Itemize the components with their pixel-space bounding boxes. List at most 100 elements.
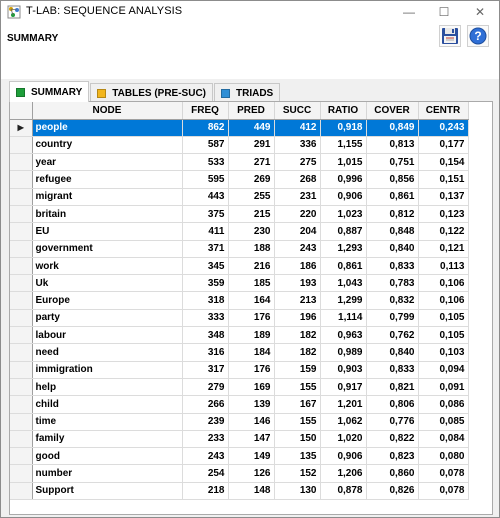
- value-cell[interactable]: 0,806: [366, 395, 419, 414]
- value-cell[interactable]: 318: [182, 291, 229, 310]
- value-cell[interactable]: 230: [228, 222, 275, 241]
- value-cell[interactable]: 0,856: [366, 170, 419, 189]
- table-row[interactable]: number 254 126 152 1,206 0,860 0,078: [10, 464, 469, 483]
- value-cell[interactable]: 275: [274, 153, 321, 172]
- value-cell[interactable]: 0,878: [320, 482, 367, 501]
- row-header[interactable]: [10, 395, 33, 414]
- value-cell[interactable]: 0,078: [418, 482, 469, 501]
- value-cell[interactable]: 0,783: [366, 274, 419, 293]
- save-button[interactable]: [439, 25, 461, 47]
- value-cell[interactable]: 279: [182, 378, 229, 397]
- value-cell[interactable]: 216: [228, 257, 275, 276]
- row-header[interactable]: [10, 343, 33, 362]
- value-cell[interactable]: 130: [274, 482, 321, 501]
- value-cell[interactable]: 0,989: [320, 343, 367, 362]
- value-cell[interactable]: 186: [274, 257, 321, 276]
- value-cell[interactable]: 0,963: [320, 326, 367, 345]
- column-header[interactable]: CENTR: [418, 102, 469, 120]
- node-cell[interactable]: immigration: [32, 361, 183, 379]
- column-header[interactable]: SUCC: [274, 102, 321, 120]
- tab-triads[interactable]: TRIADS: [214, 83, 281, 102]
- minimize-button[interactable]: —: [394, 1, 424, 23]
- value-cell[interactable]: 213: [274, 291, 321, 310]
- value-cell[interactable]: 146: [228, 413, 275, 431]
- row-header[interactable]: [10, 240, 33, 258]
- row-header[interactable]: [10, 309, 33, 328]
- value-cell[interactable]: 155: [274, 378, 321, 397]
- value-cell[interactable]: 316: [182, 343, 229, 362]
- value-cell[interactable]: 1,062: [320, 413, 367, 431]
- value-cell[interactable]: 243: [274, 240, 321, 258]
- row-header[interactable]: [10, 274, 33, 293]
- row-header[interactable]: [10, 222, 33, 241]
- value-cell[interactable]: 336: [274, 136, 321, 155]
- node-cell[interactable]: family: [32, 430, 183, 449]
- node-cell[interactable]: country: [32, 136, 183, 155]
- value-cell[interactable]: 0,861: [320, 257, 367, 276]
- table-row[interactable]: help 279 169 155 0,917 0,821 0,091: [10, 378, 469, 397]
- value-cell[interactable]: 587: [182, 136, 229, 155]
- value-cell[interactable]: 1,201: [320, 395, 367, 414]
- value-cell[interactable]: 375: [182, 205, 229, 224]
- value-cell[interactable]: 0,121: [418, 240, 469, 258]
- value-cell[interactable]: 0,085: [418, 413, 469, 431]
- node-cell[interactable]: party: [32, 309, 183, 328]
- value-cell[interactable]: 182: [274, 326, 321, 345]
- value-cell[interactable]: 220: [274, 205, 321, 224]
- value-cell[interactable]: 150: [274, 430, 321, 449]
- value-cell[interactable]: 271: [228, 153, 275, 172]
- value-cell[interactable]: 152: [274, 464, 321, 483]
- value-cell[interactable]: 0,887: [320, 222, 367, 241]
- value-cell[interactable]: 149: [228, 447, 275, 466]
- value-cell[interactable]: 0,833: [366, 361, 419, 379]
- node-cell[interactable]: refugee: [32, 170, 183, 189]
- node-cell[interactable]: child: [32, 395, 183, 414]
- value-cell[interactable]: 0,917: [320, 378, 367, 397]
- row-header[interactable]: [10, 291, 33, 310]
- value-cell[interactable]: 254: [182, 464, 229, 483]
- value-cell[interactable]: 1,114: [320, 309, 367, 328]
- value-cell[interactable]: 317: [182, 361, 229, 379]
- node-cell[interactable]: Uk: [32, 274, 183, 293]
- value-cell[interactable]: 0,177: [418, 136, 469, 155]
- value-cell[interactable]: 167: [274, 395, 321, 414]
- value-cell[interactable]: 147: [228, 430, 275, 449]
- table-row[interactable]: year 533 271 275 1,015 0,751 0,154: [10, 153, 469, 172]
- value-cell[interactable]: 1,015: [320, 153, 367, 172]
- value-cell[interactable]: 0,105: [418, 326, 469, 345]
- value-cell[interactable]: 0,906: [320, 188, 367, 206]
- table-row[interactable]: refugee 595 269 268 0,996 0,856 0,151: [10, 170, 469, 189]
- value-cell[interactable]: 0,826: [366, 482, 419, 501]
- row-header[interactable]: [10, 447, 33, 466]
- row-header[interactable]: [10, 326, 33, 345]
- table-row[interactable]: britain 375 215 220 1,023 0,812 0,123: [10, 205, 469, 224]
- value-cell[interactable]: 1,043: [320, 274, 367, 293]
- row-header[interactable]: [10, 413, 33, 431]
- value-cell[interactable]: 348: [182, 326, 229, 345]
- value-cell[interactable]: 0,996: [320, 170, 367, 189]
- value-cell[interactable]: 0,903: [320, 361, 367, 379]
- value-cell[interactable]: 0,776: [366, 413, 419, 431]
- value-cell[interactable]: 0,105: [418, 309, 469, 328]
- value-cell[interactable]: 0,833: [366, 257, 419, 276]
- table-row[interactable]: time 239 146 155 1,062 0,776 0,085: [10, 413, 469, 431]
- value-cell[interactable]: 0,094: [418, 361, 469, 379]
- value-cell[interactable]: 0,106: [418, 291, 469, 310]
- node-cell[interactable]: Europe: [32, 291, 183, 310]
- column-header[interactable]: RATIO: [320, 102, 367, 120]
- value-cell[interactable]: 1,020: [320, 430, 367, 449]
- value-cell[interactable]: 371: [182, 240, 229, 258]
- value-cell[interactable]: 359: [182, 274, 229, 293]
- table-row[interactable]: need 316 184 182 0,989 0,840 0,103: [10, 343, 469, 362]
- table-row[interactable]: EU 411 230 204 0,887 0,848 0,122: [10, 222, 469, 241]
- row-header[interactable]: [10, 464, 33, 483]
- value-cell[interactable]: 0,123: [418, 205, 469, 224]
- value-cell[interactable]: 189: [228, 326, 275, 345]
- value-cell[interactable]: 0,751: [366, 153, 419, 172]
- value-cell[interactable]: 0,151: [418, 170, 469, 189]
- table-row[interactable]: migrant 443 255 231 0,906 0,861 0,137: [10, 188, 469, 206]
- value-cell[interactable]: 1,155: [320, 136, 367, 155]
- table-row[interactable]: good 243 149 135 0,906 0,823 0,080: [10, 447, 469, 466]
- value-cell[interactable]: 0,823: [366, 447, 419, 466]
- value-cell[interactable]: 0,086: [418, 395, 469, 414]
